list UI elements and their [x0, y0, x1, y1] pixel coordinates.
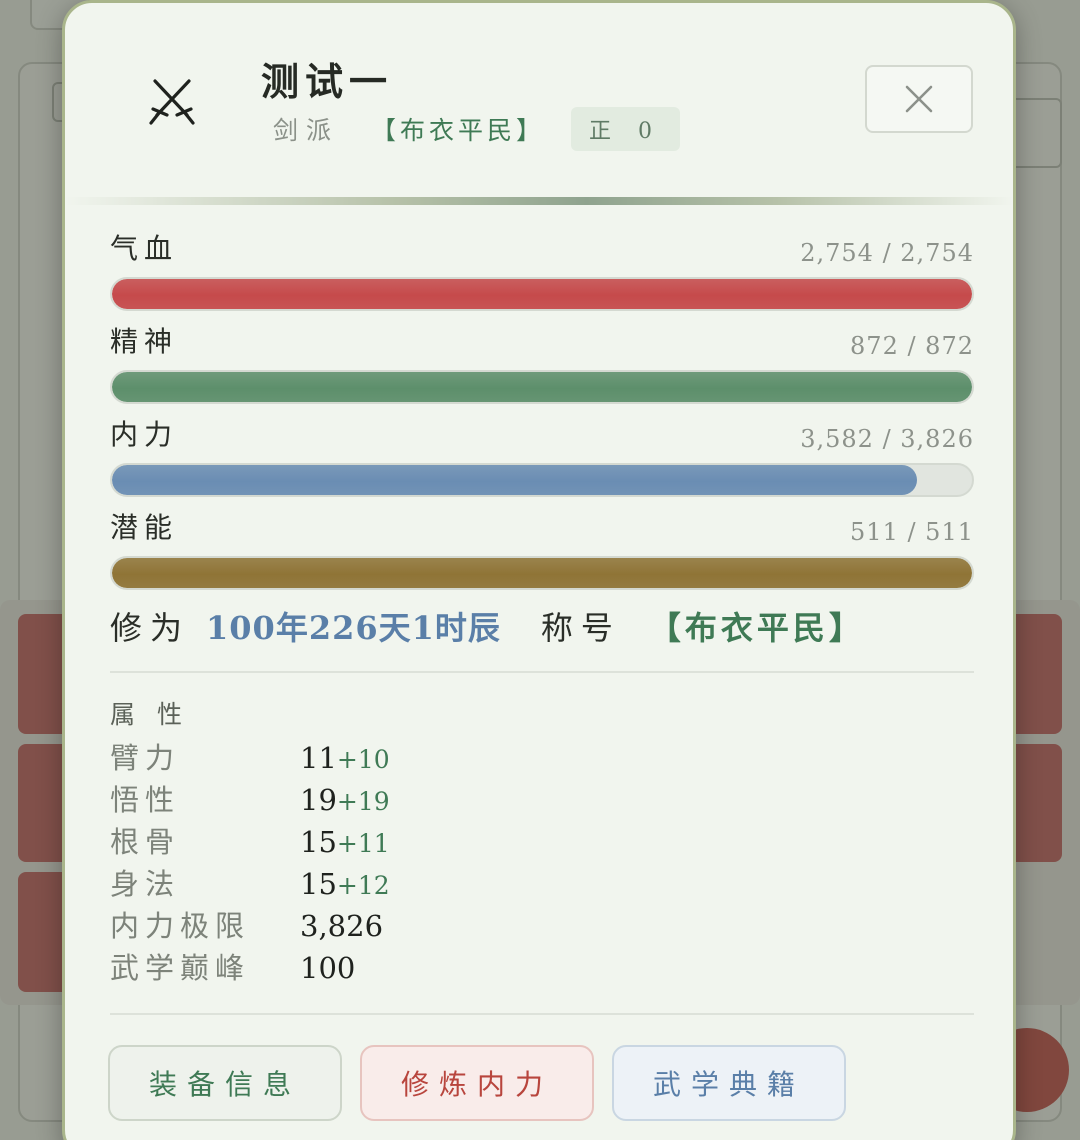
close-icon — [905, 85, 933, 113]
stat-spirit: 精神 872 / 872 — [110, 324, 974, 404]
attribute-row: 臂力 11 +10 — [110, 735, 390, 777]
attribute-row: 武学巅峰 100 — [110, 945, 390, 987]
alignment-badge: 正 0 — [571, 107, 681, 151]
header-divider — [65, 197, 1013, 205]
character-subline: 剑派 【布衣平民】 正 0 — [273, 107, 681, 151]
stat-value: 511 / 511 — [850, 518, 974, 546]
close-button[interactable] — [865, 65, 973, 133]
character-sect: 剑派 — [273, 116, 340, 145]
section-divider — [110, 1013, 974, 1015]
stat-label: 内力 — [110, 418, 179, 451]
stat-label: 气血 — [110, 232, 179, 265]
attribute-name: 悟性 — [110, 783, 181, 817]
crossed-swords-icon — [149, 79, 195, 125]
attribute-name: 身法 — [110, 867, 181, 901]
attribute-base: 3,826 — [300, 909, 384, 943]
equipment-info-button[interactable]: 装备信息 — [108, 1045, 342, 1121]
attribute-base: 15 — [300, 867, 337, 901]
internal-power-bar-fill — [112, 465, 917, 495]
attributes-heading: 属性 — [110, 700, 205, 729]
attribute-name: 内力极限 — [110, 909, 251, 943]
stat-health: 气血 2,754 / 2,754 — [110, 231, 974, 311]
section-divider — [110, 671, 974, 673]
stat-bar-track — [110, 556, 974, 590]
attribute-base: 100 — [300, 951, 356, 985]
cultivation-line: 修为 100年226天1时辰 称号 【布衣平民】 — [110, 603, 865, 649]
character-name: 测试一 — [261, 59, 394, 104]
attribute-base: 19 — [300, 783, 337, 817]
stat-value: 872 / 872 — [850, 332, 974, 360]
attribute-base: 11 — [300, 741, 337, 775]
attribute-row: 内力极限 3,826 — [110, 903, 390, 945]
modal-header: 测试一 剑派 【布衣平民】 正 0 — [65, 3, 1013, 199]
stat-bar-track — [110, 370, 974, 404]
stat-value: 2,754 / 2,754 — [800, 239, 974, 267]
attribute-row: 身法 15 +12 — [110, 861, 390, 903]
attribute-bonus: +12 — [336, 871, 390, 900]
attribute-bonus: +10 — [336, 745, 390, 774]
stat-internal-power: 内力 3,582 / 3,826 — [110, 417, 974, 497]
stat-label: 潜能 — [110, 511, 179, 544]
attribute-base: 15 — [300, 825, 337, 859]
stat-label: 精神 — [110, 325, 179, 358]
train-internal-power-button[interactable]: 修炼内力 — [360, 1045, 594, 1121]
attributes-list: 臂力 11 +10 悟性 19 +19 根骨 15 +11 身法 15 +12 … — [110, 735, 390, 987]
stat-bar-track — [110, 277, 974, 311]
attribute-row: 根骨 15 +11 — [110, 819, 390, 861]
title-value: 【布衣平民】 — [648, 609, 865, 647]
stat-bar-track — [110, 463, 974, 497]
stat-value: 3,582 / 3,826 — [800, 425, 974, 453]
cultivation-label: 修为 — [110, 609, 191, 647]
attribute-row: 悟性 19 +19 — [110, 777, 390, 819]
potential-bar-fill — [112, 558, 972, 588]
attribute-name: 根骨 — [110, 825, 181, 859]
stat-potential: 潜能 511 / 511 — [110, 510, 974, 590]
attribute-name: 武学巅峰 — [110, 951, 251, 985]
martial-arts-manuals-button[interactable]: 武学典籍 — [612, 1045, 846, 1121]
health-bar-fill — [112, 279, 972, 309]
title-label: 称号 — [540, 609, 621, 647]
attribute-bonus: +19 — [336, 787, 390, 816]
cultivation-value: 100年226天1时辰 — [206, 609, 501, 647]
attribute-bonus: +11 — [336, 829, 390, 858]
spirit-bar-fill — [112, 372, 972, 402]
character-rank-title: 【布衣平民】 — [371, 116, 546, 145]
character-modal: 测试一 剑派 【布衣平民】 正 0 气血 2,754 / 2,754 精神 87… — [62, 0, 1016, 1140]
attribute-name: 臂力 — [110, 741, 181, 775]
